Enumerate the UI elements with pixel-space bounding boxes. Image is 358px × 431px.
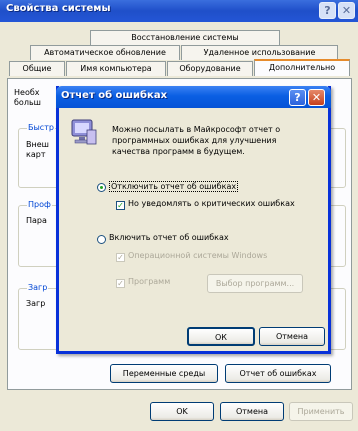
error-reporting-button[interactable]: Отчет об ошибках xyxy=(225,364,331,383)
dialog-title: Отчет об ошибках xyxy=(61,90,168,101)
tab-advanced[interactable]: Дополнительно xyxy=(254,59,350,76)
enable-reporting-radio[interactable] xyxy=(97,235,106,244)
error-report-computer-icon xyxy=(71,119,97,145)
user-profiles-group-label: Проф xyxy=(27,200,52,209)
window-title: Свойства системы xyxy=(6,3,111,14)
dialog-close-button[interactable]: ✕ xyxy=(308,89,325,106)
programs-checkbox[interactable]: ✓ xyxy=(116,279,125,288)
tab-general[interactable]: Общие xyxy=(9,61,65,76)
enable-reporting-label[interactable]: Включить отчет об ошибках xyxy=(109,233,229,242)
tab-hardware[interactable]: Оборудование xyxy=(167,61,253,76)
dialog-cancel-button[interactable]: Отмена xyxy=(259,327,325,346)
tab-automatic-updates[interactable]: Автоматическое обновление xyxy=(30,45,180,60)
os-errors-checkbox[interactable]: ✓ xyxy=(116,253,125,262)
disable-reporting-label[interactable]: Отключить отчет об ошибках xyxy=(109,181,239,192)
performance-group-label: Быстр xyxy=(27,123,55,132)
dialog-description-line-2: программных ошибках для улучшения xyxy=(112,136,277,145)
no-notify-critical-checkbox[interactable]: ✓ xyxy=(116,201,125,210)
apply-button[interactable]: Применить xyxy=(289,402,353,421)
help-button[interactable]: ? xyxy=(319,2,336,19)
dialog-help-button[interactable]: ? xyxy=(289,89,306,106)
startup-recovery-group-label: Загр xyxy=(27,283,49,292)
cancel-button[interactable]: Отмена xyxy=(220,402,284,421)
ok-button[interactable]: OK xyxy=(150,402,214,421)
choose-programs-button[interactable]: Выбор программ... xyxy=(207,274,303,293)
tab-computer-name[interactable]: Имя компьютера xyxy=(66,61,166,76)
no-notify-critical-label[interactable]: Но уведомлять о критических ошибках xyxy=(128,199,295,208)
programs-label: Программ xyxy=(128,277,171,286)
user-profiles-text: Пара xyxy=(26,216,47,225)
dialog-title-bar[interactable]: Отчет об ошибках ? ✕ xyxy=(56,86,331,108)
disable-reporting-radio[interactable] xyxy=(97,183,106,192)
close-button[interactable]: ✕ xyxy=(338,2,355,19)
startup-recovery-text: Загр xyxy=(26,299,46,308)
dialog-description-line-1: Можно посылать в Майкрософт отчет о xyxy=(112,125,281,134)
environment-variables-button[interactable]: Переменные среды xyxy=(110,364,218,383)
dialog-description-line-3: качества программ в будущем. xyxy=(112,147,245,156)
intro-text-line-1: Необх xyxy=(14,88,40,97)
tab-system-restore[interactable]: Восстановление системы xyxy=(90,30,280,45)
dialog-ok-button[interactable]: ОК xyxy=(187,327,255,346)
performance-text-1: Внеш xyxy=(26,140,49,149)
performance-text-2: карт xyxy=(26,150,46,159)
os-errors-label: Операционной системы Windows xyxy=(128,251,268,260)
window-title-bar[interactable]: Свойства системы ? ✕ xyxy=(0,0,358,22)
tab-remote[interactable]: Удаленное использование xyxy=(181,45,338,60)
intro-text-line-2: больш xyxy=(14,98,41,107)
